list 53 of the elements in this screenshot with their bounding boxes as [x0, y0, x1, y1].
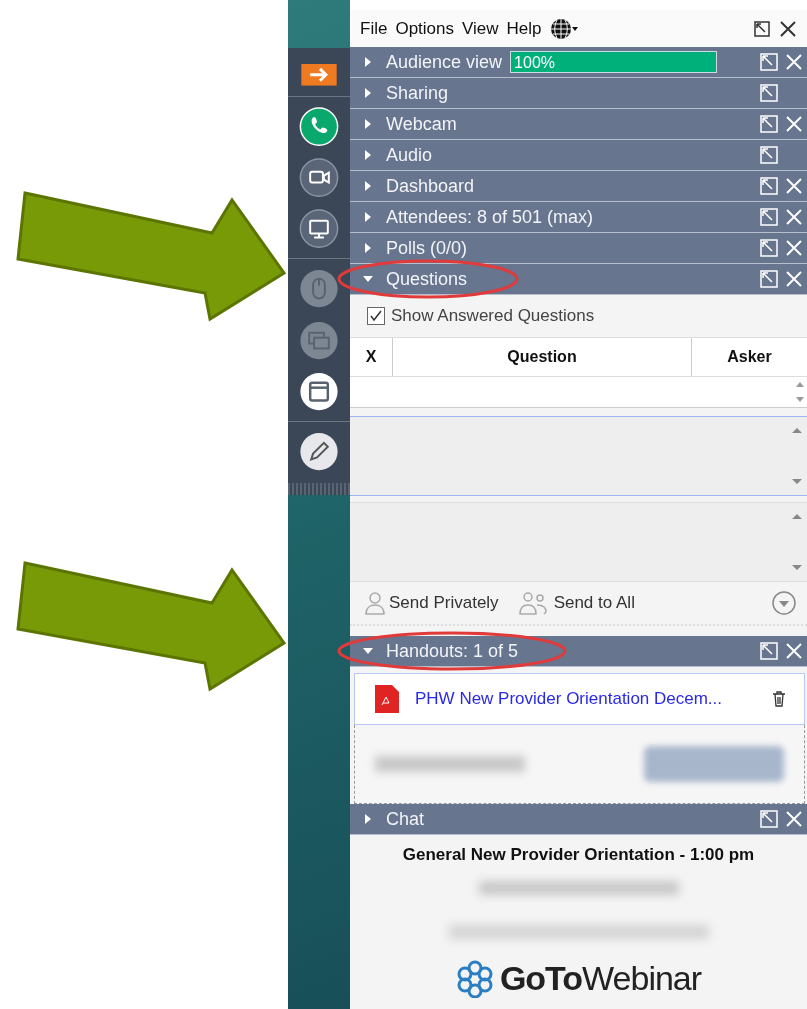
checkbox[interactable]	[367, 307, 385, 325]
menu-item[interactable]: Options	[395, 18, 454, 39]
menu-item[interactable]: File	[360, 18, 388, 39]
mouse-icon[interactable]	[299, 269, 339, 309]
close-icon[interactable]	[779, 19, 797, 38]
panel-title: Dashboard	[386, 175, 475, 197]
person-icon	[364, 591, 386, 615]
send-to-all-button[interactable]: Send to All	[518, 591, 635, 615]
scroll-arrows-icon[interactable]	[791, 425, 803, 487]
brand-logo-text: GoToWebinar	[499, 959, 702, 998]
panel-header[interactable]: Audience view 100%	[350, 47, 807, 78]
scroll-arrows-icon[interactable]	[791, 511, 803, 573]
column-header[interactable]: Question	[393, 338, 692, 376]
panel-title: Audience view	[386, 51, 503, 73]
panel-header[interactable]: Dashboard	[350, 171, 807, 202]
panel-title: Sharing	[386, 82, 449, 104]
panel-title: Polls (0/0)	[386, 237, 468, 259]
panel-header[interactable]: Attendees: 8 of 501 (max)	[350, 202, 807, 233]
menu-item[interactable]: Help	[506, 18, 542, 39]
panel-title: Questions	[386, 268, 468, 290]
globe-icon[interactable]	[549, 17, 578, 40]
panel-title: Attendees: 8 of 501 (max)	[386, 206, 594, 228]
column-header[interactable]: Asker	[692, 338, 807, 376]
window-icon[interactable]	[299, 371, 339, 411]
screens-icon[interactable]	[299, 320, 339, 360]
question-input-field[interactable]	[350, 377, 807, 408]
send-privately-button[interactable]: Send Privately	[364, 591, 499, 615]
checkbox-label: Show Answered Questions	[391, 306, 595, 326]
panel-header[interactable]: Chat	[350, 804, 807, 835]
flower-logo-icon	[455, 959, 494, 998]
monitor-icon[interactable]	[299, 209, 339, 249]
pdf-file-icon	[373, 683, 401, 715]
menu-item[interactable]: View	[462, 18, 499, 39]
panel-header[interactable]: Webcam	[350, 109, 807, 140]
panel-title: Handouts: 1 of 5	[386, 640, 519, 662]
panel-title: Chat	[386, 808, 425, 830]
column-header[interactable]: X	[350, 338, 393, 376]
panel-title: Webcam	[386, 113, 457, 135]
grip-handle[interactable]	[288, 483, 350, 495]
panel-header[interactable]: Sharing	[350, 78, 807, 109]
video-camera-icon[interactable]	[299, 157, 339, 198]
panel-header[interactable]: Handouts: 1 of 5	[350, 636, 807, 667]
meter-reading: 100%	[513, 54, 555, 71]
pencil-icon[interactable]	[299, 432, 339, 472]
panel-header[interactable]: Polls (0/0)	[350, 233, 807, 264]
undock-icon[interactable]	[753, 19, 771, 38]
panel-header[interactable]: Audio	[350, 140, 807, 171]
trash-icon[interactable]	[772, 691, 786, 707]
phone-icon[interactable]	[299, 106, 339, 146]
webinar-title: General New Provider Orientation - 1:00 pm	[402, 845, 755, 865]
panel-title: Audio	[386, 144, 433, 166]
dropdown-icon[interactable]	[771, 590, 797, 616]
panel-header[interactable]: Questions	[350, 264, 807, 295]
